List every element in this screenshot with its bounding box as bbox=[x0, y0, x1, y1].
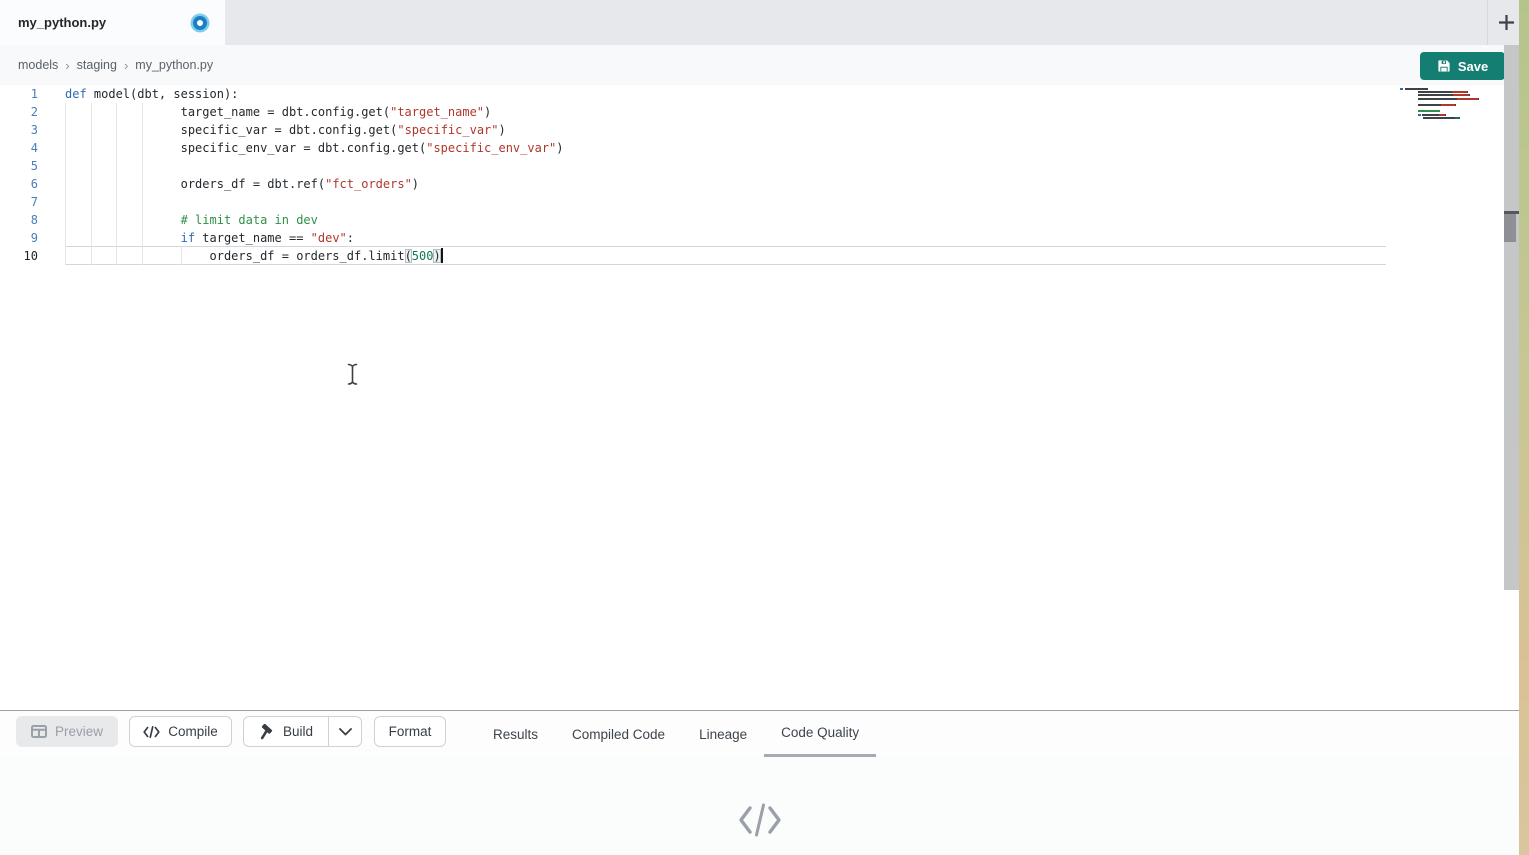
code-text bbox=[38, 193, 65, 211]
code-line[interactable]: 3 specific_var = dbt.config.get("specifi… bbox=[0, 121, 1504, 139]
file-tab-my-python[interactable]: my_python.py bbox=[0, 0, 225, 45]
code-text: orders_df = dbt.ref("fct_orders") bbox=[38, 175, 419, 193]
build-button[interactable]: Build bbox=[243, 716, 329, 747]
format-button[interactable]: Format bbox=[374, 716, 446, 747]
code-quality-panel bbox=[0, 757, 1519, 855]
code-line[interactable]: 6 orders_df = dbt.ref("fct_orders") bbox=[0, 175, 1504, 193]
unsaved-changes-dot-icon bbox=[193, 16, 207, 30]
hammer-icon bbox=[259, 724, 275, 740]
code-brackets-empty-state-icon bbox=[737, 800, 783, 840]
code-text: def model(dbt, session): bbox=[38, 85, 238, 103]
code-line[interactable]: 10 orders_df = orders_df.limit(500) bbox=[0, 247, 1504, 265]
code-lines: 1def model(dbt, session):2 target_name =… bbox=[0, 85, 1504, 265]
build-options-button[interactable] bbox=[328, 716, 362, 747]
line-number: 8 bbox=[0, 211, 38, 229]
breadcrumb: models › staging › my_python.py bbox=[0, 45, 1519, 85]
tab-code-quality[interactable]: Code Quality bbox=[764, 711, 876, 757]
code-text: orders_df = orders_df.limit(500) bbox=[38, 247, 443, 265]
tab-compiled-code-label: Compiled Code bbox=[572, 727, 665, 742]
chevron-right-icon: › bbox=[65, 58, 69, 73]
breadcrumb-item-file: my_python.py bbox=[135, 58, 213, 72]
minimap[interactable] bbox=[1400, 88, 1498, 120]
vertical-scrollbar-track[interactable] bbox=[1504, 45, 1519, 590]
code-line[interactable]: 5 bbox=[0, 157, 1504, 175]
line-number: 10 bbox=[0, 247, 38, 265]
desktop-wallpaper-edge bbox=[1519, 0, 1529, 855]
bottom-toolbar: Preview Compile Build Format Result bbox=[0, 710, 1519, 757]
chevron-right-icon: › bbox=[124, 58, 128, 73]
tab-code-quality-label: Code Quality bbox=[781, 725, 859, 740]
result-panel-tabs: Results Compiled Code Lineage Code Quali… bbox=[476, 711, 876, 757]
chevron-down-icon bbox=[339, 728, 352, 736]
vertical-scrollbar-thumb[interactable] bbox=[1504, 214, 1516, 242]
line-number: 2 bbox=[0, 103, 38, 121]
text-cursor bbox=[441, 248, 443, 263]
code-line[interactable]: 2 target_name = dbt.config.get("target_n… bbox=[0, 103, 1504, 121]
line-number: 6 bbox=[0, 175, 38, 193]
breadcrumb-item-staging: staging bbox=[77, 58, 117, 72]
plus-icon bbox=[1497, 13, 1516, 32]
line-number: 4 bbox=[0, 139, 38, 157]
code-text: # limit data in dev bbox=[38, 211, 318, 229]
editor-tab-bar: my_python.py bbox=[0, 0, 1519, 45]
line-number: 1 bbox=[0, 85, 38, 103]
code-text: target_name = dbt.config.get("target_nam… bbox=[38, 103, 491, 121]
floppy-disk-icon bbox=[1437, 59, 1451, 73]
new-tab-button[interactable] bbox=[1492, 8, 1520, 36]
tab-bar-divider bbox=[1487, 0, 1488, 45]
code-line[interactable]: 1def model(dbt, session): bbox=[0, 85, 1504, 103]
line-number: 7 bbox=[0, 193, 38, 211]
code-text: specific_env_var = dbt.config.get("speci… bbox=[38, 139, 564, 157]
line-number: 5 bbox=[0, 157, 38, 175]
code-text bbox=[38, 157, 65, 175]
build-button-label: Build bbox=[283, 724, 313, 739]
preview-button[interactable]: Preview bbox=[16, 716, 118, 747]
code-editor[interactable]: 1def model(dbt, session):2 target_name =… bbox=[0, 85, 1504, 710]
save-button-label: Save bbox=[1458, 59, 1488, 74]
line-number: 3 bbox=[0, 121, 38, 139]
save-button[interactable]: Save bbox=[1420, 52, 1505, 80]
code-line[interactable]: 9 if target_name == "dev": bbox=[0, 229, 1504, 247]
preview-button-label: Preview bbox=[55, 724, 103, 739]
code-line[interactable]: 4 specific_env_var = dbt.config.get("spe… bbox=[0, 139, 1504, 157]
code-text: if target_name == "dev": bbox=[38, 229, 354, 247]
build-split-button: Build bbox=[243, 716, 362, 747]
code-text: specific_var = dbt.config.get("specific_… bbox=[38, 121, 506, 139]
breadcrumb-item-models: models bbox=[18, 58, 58, 72]
compile-button-label: Compile bbox=[168, 724, 218, 739]
file-tab-label: my_python.py bbox=[18, 15, 106, 30]
tab-results-label: Results bbox=[493, 727, 538, 742]
table-grid-icon bbox=[31, 725, 47, 738]
format-button-label: Format bbox=[389, 724, 432, 739]
tab-results[interactable]: Results bbox=[476, 711, 555, 757]
code-line[interactable]: 7 bbox=[0, 193, 1504, 211]
tab-lineage[interactable]: Lineage bbox=[682, 711, 764, 757]
code-line[interactable]: 8 # limit data in dev bbox=[0, 211, 1504, 229]
code-icon bbox=[143, 726, 160, 738]
tab-compiled-code[interactable]: Compiled Code bbox=[555, 711, 682, 757]
tab-lineage-label: Lineage bbox=[699, 727, 747, 742]
line-number: 9 bbox=[0, 229, 38, 247]
compile-button[interactable]: Compile bbox=[129, 716, 232, 747]
